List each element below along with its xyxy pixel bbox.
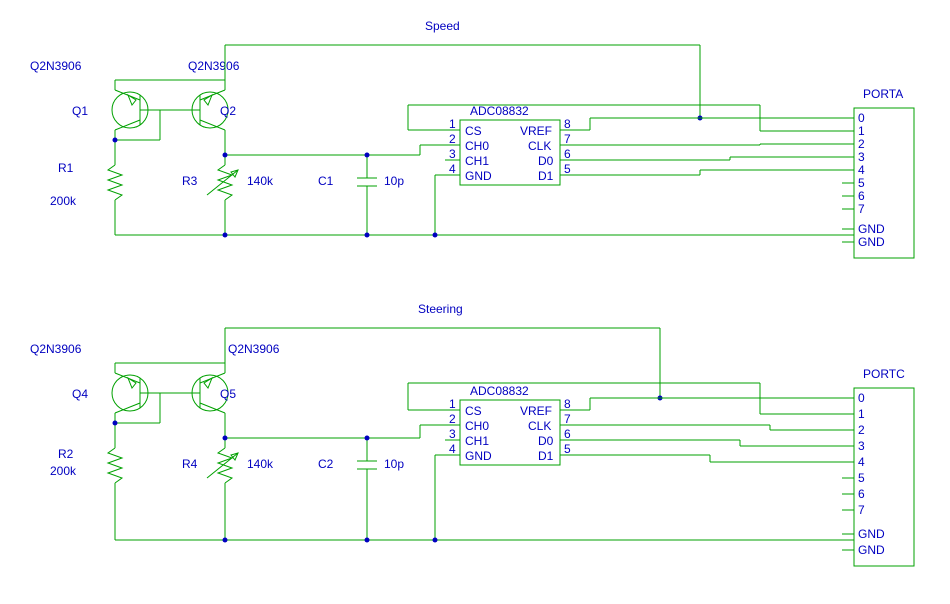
svg-text:6: 6 [564,147,571,161]
label-c1-ref: C1 [318,174,334,188]
svg-text:7: 7 [858,202,865,216]
pot-r4 [207,438,238,540]
svg-text:4: 4 [449,162,456,176]
svg-text:6: 6 [858,487,865,501]
label-r1-ref: R1 [58,161,74,175]
capacitor-c1 [357,155,377,235]
svg-text:2: 2 [449,412,456,426]
svg-text:GND: GND [858,235,885,249]
label-q1-part: Q2N3906 [30,59,82,73]
label-porta: PORTA [863,87,903,101]
label-q4-part: Q2N3906 [30,342,82,356]
label-adc-top: ADC08832 [470,104,529,118]
svg-text:5: 5 [564,162,571,176]
svg-text:VREF: VREF [520,404,552,418]
svg-text:CH1: CH1 [465,434,489,448]
label-r3-val: 140k [247,174,274,188]
svg-text:1: 1 [449,397,456,411]
svg-text:GND: GND [858,222,885,236]
svg-text:4: 4 [858,163,865,177]
svg-text:6: 6 [564,427,571,441]
svg-text:1: 1 [858,407,865,421]
svg-text:D0: D0 [538,434,554,448]
capacitor-c2 [357,438,377,540]
label-q2-part: Q2N3906 [188,59,240,73]
label-adc-bottom: ADC08832 [470,384,529,398]
label-r1-val: 200k [50,194,77,208]
pot-r3 [207,155,238,235]
svg-text:3: 3 [858,439,865,453]
transistor-q4 [112,363,160,423]
svg-text:7: 7 [858,503,865,517]
svg-text:CH1: CH1 [465,154,489,168]
svg-text:D1: D1 [538,169,554,183]
label-q2-ref: Q2 [220,104,236,118]
label-q5-part: Q2N3906 [228,342,280,356]
svg-text:GND: GND [465,169,492,183]
svg-text:6: 6 [858,189,865,203]
transistor-q1 [112,80,160,140]
svg-text:2: 2 [858,137,865,151]
svg-text:5: 5 [564,442,571,456]
svg-text:CS: CS [465,124,482,138]
label-q1-ref: Q1 [72,104,88,118]
svg-text:8: 8 [564,397,571,411]
svg-text:3: 3 [858,150,865,164]
svg-text:3: 3 [449,427,456,441]
svg-text:0: 0 [858,391,865,405]
resistor-r2 [108,438,122,540]
svg-text:GND: GND [858,527,885,541]
label-r4-val: 140k [247,457,274,471]
schematic-diagram: Speed Q2N3906 Q1 Q2N3906 Q2 R1 200k R3 1… [0,0,950,604]
label-r3-ref: R3 [182,174,198,188]
svg-text:D1: D1 [538,449,554,463]
label-c1-val: 10p [384,174,404,188]
label-portc: PORTC [863,367,905,381]
svg-text:D0: D0 [538,154,554,168]
svg-text:VREF: VREF [520,124,552,138]
svg-text:CLK: CLK [528,419,551,433]
svg-text:2: 2 [858,423,865,437]
svg-text:4: 4 [858,455,865,469]
svg-text:8: 8 [564,117,571,131]
label-q5-ref: Q5 [220,387,236,401]
svg-text:CH0: CH0 [465,419,489,433]
svg-text:7: 7 [564,412,571,426]
svg-text:7: 7 [564,132,571,146]
svg-text:0: 0 [858,111,865,125]
svg-text:CH0: CH0 [465,139,489,153]
svg-text:1: 1 [858,124,865,138]
label-q4-ref: Q4 [72,387,88,401]
svg-text:CLK: CLK [528,139,551,153]
svg-text:GND: GND [465,449,492,463]
title-steering: Steering [418,302,463,316]
label-c2-ref: C2 [318,457,334,471]
svg-text:2: 2 [449,132,456,146]
svg-text:3: 3 [449,147,456,161]
resistor-r1 [108,155,122,235]
title-speed: Speed [425,19,460,33]
label-r4-ref: R4 [182,457,198,471]
svg-text:GND: GND [858,543,885,557]
svg-text:5: 5 [858,471,865,485]
svg-text:5: 5 [858,176,865,190]
svg-text:1: 1 [449,117,456,131]
svg-text:CS: CS [465,404,482,418]
label-r2-ref: R2 [58,447,74,461]
label-c2-val: 10p [384,457,404,471]
label-r2-val: 200k [50,464,77,478]
svg-text:4: 4 [449,442,456,456]
